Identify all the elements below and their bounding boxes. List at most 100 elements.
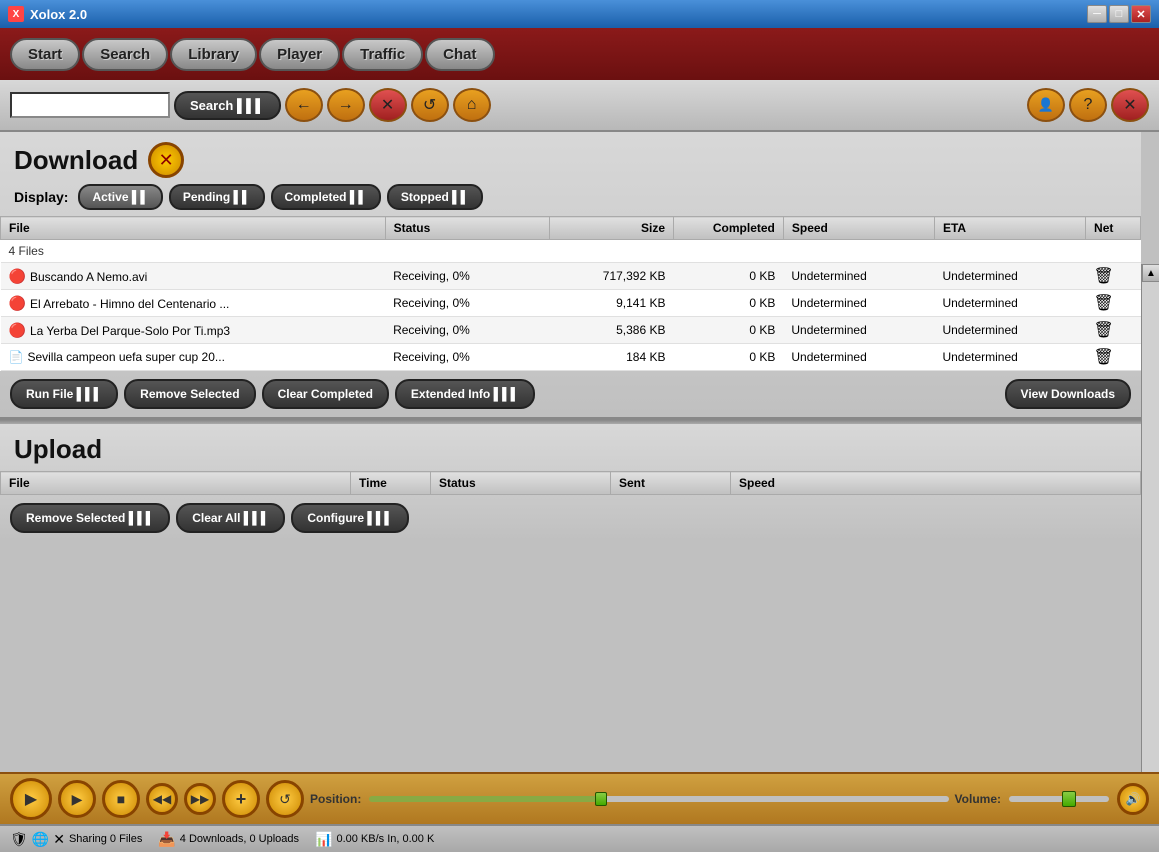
display-active-btn[interactable]: Active ▌▌: [78, 184, 162, 210]
scrollbar[interactable]: ▲ ▼: [1141, 264, 1159, 772]
search-input[interactable]: [10, 92, 170, 118]
file-net: 🗑: [1086, 290, 1141, 317]
help-button[interactable]: ?: [1069, 88, 1107, 122]
speed-text: 0.00 KB/s In, 0.00 K: [336, 833, 434, 845]
file-error-icon: 🔴: [9, 295, 26, 311]
file-eta: Undetermined: [934, 317, 1085, 344]
back-button[interactable]: ←: [285, 88, 323, 122]
display-pending-btn[interactable]: Pending ▌▌: [169, 184, 265, 210]
play-button[interactable]: ▶: [10, 778, 52, 820]
navbar: Start Search Library Player Traffic Chat: [0, 28, 1159, 80]
file-error-icon: 🔴: [9, 268, 26, 284]
exit-button[interactable]: ✕: [1111, 88, 1149, 122]
extended-info-button[interactable]: Extended Info ▌▌▌: [395, 379, 535, 409]
upload-section: Upload File Time Status Sent Speed: [0, 424, 1141, 541]
upload-col-status: Status: [431, 472, 611, 495]
file-completed: 0 KB: [674, 317, 784, 344]
file-eta: Undetermined: [934, 344, 1085, 371]
app-title: Xolox 2.0: [30, 7, 87, 22]
rewind-button[interactable]: ◀◀: [146, 783, 178, 815]
add-button[interactable]: +: [222, 780, 260, 818]
upload-remove-selected-button[interactable]: Remove Selected ▌▌▌: [10, 503, 170, 533]
position-thumb: [595, 792, 607, 806]
upload-col-time: Time: [351, 472, 431, 495]
status-downloads: 📥 4 Downloads, 0 Uploads: [158, 831, 299, 848]
col-net: Net: [1086, 217, 1141, 240]
download-title: Download: [14, 145, 138, 176]
run-file-button[interactable]: Run File ▌▌▌: [10, 379, 118, 409]
maximize-button[interactable]: □: [1109, 5, 1129, 23]
configure-button[interactable]: Configure ▌▌▌: [291, 503, 409, 533]
col-speed: Speed: [783, 217, 934, 240]
toolbar-right: 👤 ? ✕: [1027, 88, 1149, 122]
scroll-track: [1142, 282, 1159, 772]
col-size: Size: [550, 217, 674, 240]
repeat-button[interactable]: ↺: [266, 780, 304, 818]
network-icon: 🌐: [32, 831, 49, 848]
display-bar: Display: Active ▌▌ Pending ▌▌ Completed …: [0, 184, 1141, 216]
close-button[interactable]: ✕: [1131, 5, 1151, 23]
nav-player[interactable]: Player: [259, 38, 340, 71]
clear-completed-button[interactable]: Clear Completed: [262, 379, 389, 409]
file-icon: 📄: [9, 350, 24, 364]
main-content: Download ✕ Display: Active ▌▌ Pending ▌▌…: [0, 132, 1141, 772]
col-status: Status: [385, 217, 550, 240]
volume-area: Volume: 🔊: [955, 783, 1149, 815]
display-completed-btn[interactable]: Completed ▌▌: [271, 184, 381, 210]
stop-button[interactable]: ■: [102, 780, 140, 818]
volume-slider[interactable]: [1009, 796, 1109, 802]
scroll-up-button[interactable]: ▲: [1142, 264, 1159, 282]
stop-button[interactable]: ✕: [369, 88, 407, 122]
volume-thumb: [1062, 791, 1076, 807]
refresh-button[interactable]: ↺: [411, 88, 449, 122]
upload-col-speed: Speed: [731, 472, 1141, 495]
home-button[interactable]: ⌂: [453, 88, 491, 122]
file-count-row: 4 Files: [1, 240, 1141, 263]
table-row: 🔴El Arrebato - Himno del Centenario ... …: [1, 290, 1141, 317]
file-eta: Undetermined: [934, 290, 1085, 317]
upload-table-container: File Time Status Sent Speed: [0, 471, 1141, 495]
status-bar: 🛡 🌐 ✕ Sharing 0 Files 📥 4 Downloads, 0 U…: [0, 824, 1159, 852]
downloads-text: 4 Downloads, 0 Uploads: [180, 833, 299, 845]
file-size: 184 KB: [550, 344, 674, 371]
player-bar: ▶ ▶ ■ ◀◀ ▶▶ + ↺ Position: Volume: 🔊: [0, 772, 1159, 824]
col-eta: ETA: [934, 217, 1085, 240]
mute-button[interactable]: 🔊: [1117, 783, 1149, 815]
position-label: Position:: [310, 792, 361, 806]
view-downloads-button[interactable]: View Downloads: [1005, 379, 1131, 409]
status-sharing: 🛡 🌐 ✕ Sharing 0 Files: [10, 831, 142, 848]
upload-clear-all-button[interactable]: Clear All ▌▌▌: [176, 503, 285, 533]
minimize-button[interactable]: ─: [1087, 5, 1107, 23]
nav-traffic[interactable]: Traffic: [342, 38, 423, 71]
file-size: 5,386 KB: [550, 317, 674, 344]
main-wrapper: Download ✕ Display: Active ▌▌ Pending ▌▌…: [0, 132, 1159, 772]
remove-selected-button[interactable]: Remove Selected: [124, 379, 255, 409]
status-speed: 📊 0.00 KB/s In, 0.00 K: [315, 831, 434, 848]
position-area: Position:: [310, 792, 949, 806]
display-stopped-btn[interactable]: Stopped ▌▌: [387, 184, 483, 210]
display-label: Display:: [14, 189, 68, 205]
file-speed: Undetermined: [783, 344, 934, 371]
position-slider[interactable]: [369, 796, 948, 802]
nav-library[interactable]: Library: [170, 38, 257, 71]
table-row: 🔴Buscando A Nemo.avi Receiving, 0% 717,3…: [1, 263, 1141, 290]
nav-chat[interactable]: Chat: [425, 38, 494, 71]
file-net: 🗑: [1086, 263, 1141, 290]
file-count: 4 Files: [1, 240, 1141, 263]
sharing-icon: 🛡: [10, 831, 28, 848]
window-controls: ─ □ ✕: [1087, 5, 1151, 23]
forward-button[interactable]: →: [327, 88, 365, 122]
next-button[interactable]: ▶: [58, 780, 96, 818]
file-size: 9,141 KB: [550, 290, 674, 317]
file-size: 717,392 KB: [550, 263, 674, 290]
upload-header: Upload: [0, 424, 1141, 471]
file-name: 🔴La Yerba Del Parque-Solo Por Ti.mp3: [1, 317, 386, 344]
fast-forward-button[interactable]: ▶▶: [184, 783, 216, 815]
search-button[interactable]: Search ▌▌▌: [174, 91, 281, 120]
download-icon: ✕: [148, 142, 184, 178]
file-status: Receiving, 0%: [385, 317, 550, 344]
nav-start[interactable]: Start: [10, 38, 80, 71]
nav-search[interactable]: Search: [82, 38, 168, 71]
file-status: Receiving, 0%: [385, 290, 550, 317]
account-button[interactable]: 👤: [1027, 88, 1065, 122]
